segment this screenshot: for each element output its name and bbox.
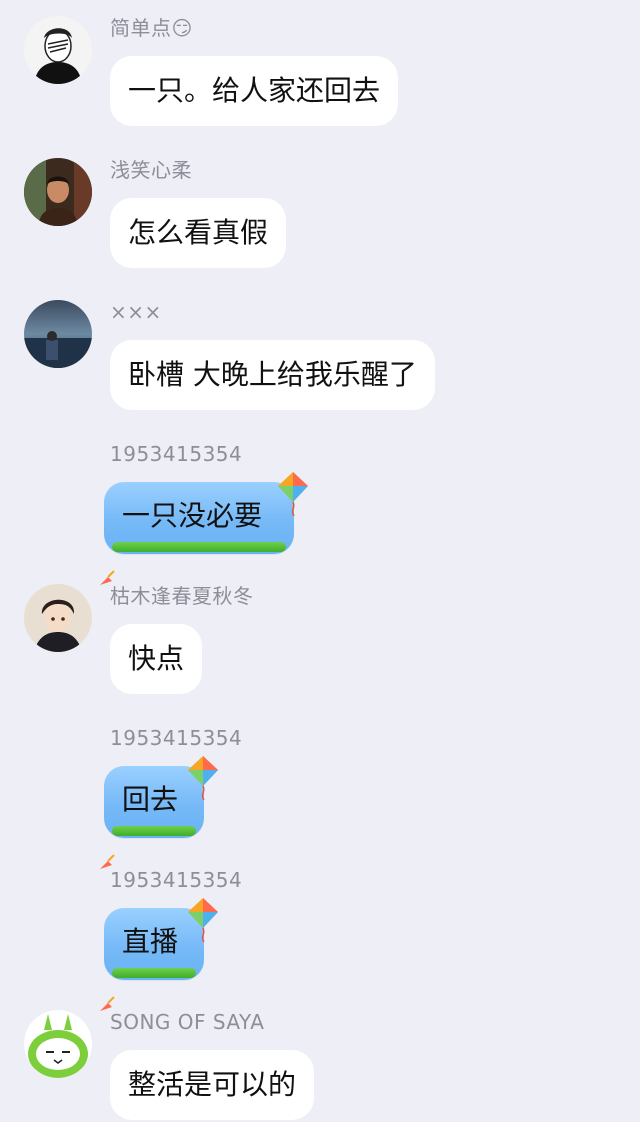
message-bubble[interactable]: 怎么看真假 bbox=[110, 198, 287, 268]
sender-name: 1953415354 bbox=[110, 726, 243, 750]
ribbon-tail-icon bbox=[98, 544, 116, 585]
message-bubble[interactable]: 一只。给人家还回去 bbox=[110, 56, 399, 126]
kite-icon bbox=[186, 898, 220, 942]
grass-decoration bbox=[112, 968, 196, 978]
avatar-man-covering-face-icon[interactable] bbox=[24, 16, 92, 84]
message-text: 回去 bbox=[122, 783, 179, 816]
sender-name: ××× bbox=[110, 300, 162, 324]
sender-name: 1953415354 bbox=[110, 442, 243, 466]
sender-name: 浅笑心柔 bbox=[110, 158, 192, 182]
sender-name: 1953415354 bbox=[110, 868, 243, 892]
message-bubble[interactable]: 卧槽 大晚上给我乐醒了 bbox=[110, 340, 435, 410]
chat-message-list[interactable]: 简单点😏 一只。给人家还回去 浅笑心柔 怎么看真假 ××× 卧槽 大晚上给我乐醒… bbox=[0, 0, 640, 1122]
message-bubble[interactable]: 整活是可以的 bbox=[110, 1050, 315, 1120]
grass-decoration bbox=[112, 826, 196, 836]
kite-icon bbox=[186, 756, 220, 800]
avatar-seaside-person-icon[interactable] bbox=[24, 300, 92, 368]
grass-decoration bbox=[112, 542, 286, 552]
avatar-man-photo-icon[interactable] bbox=[24, 158, 92, 226]
message-bubble[interactable]: 直播 bbox=[100, 898, 218, 1011]
sender-name: SONG OF SAYA bbox=[110, 1010, 265, 1034]
avatar-anime-boy-icon[interactable] bbox=[24, 584, 92, 652]
kite-icon bbox=[276, 472, 310, 516]
sender-name: 枯木逢春夏秋冬 bbox=[110, 584, 254, 608]
message-text: 一只没必要 bbox=[122, 499, 263, 532]
message-text: 直播 bbox=[122, 925, 179, 958]
message-bubble[interactable]: 回去 bbox=[100, 756, 218, 869]
avatar-green-bunny-icon[interactable] bbox=[24, 1010, 92, 1078]
ribbon-tail-icon bbox=[98, 970, 116, 1011]
ribbon-tail-icon bbox=[98, 828, 116, 869]
message-bubble[interactable]: 一只没必要 bbox=[100, 472, 308, 585]
message-bubble[interactable]: 快点 bbox=[110, 624, 203, 694]
sender-name: 简单点😏 bbox=[110, 16, 193, 40]
